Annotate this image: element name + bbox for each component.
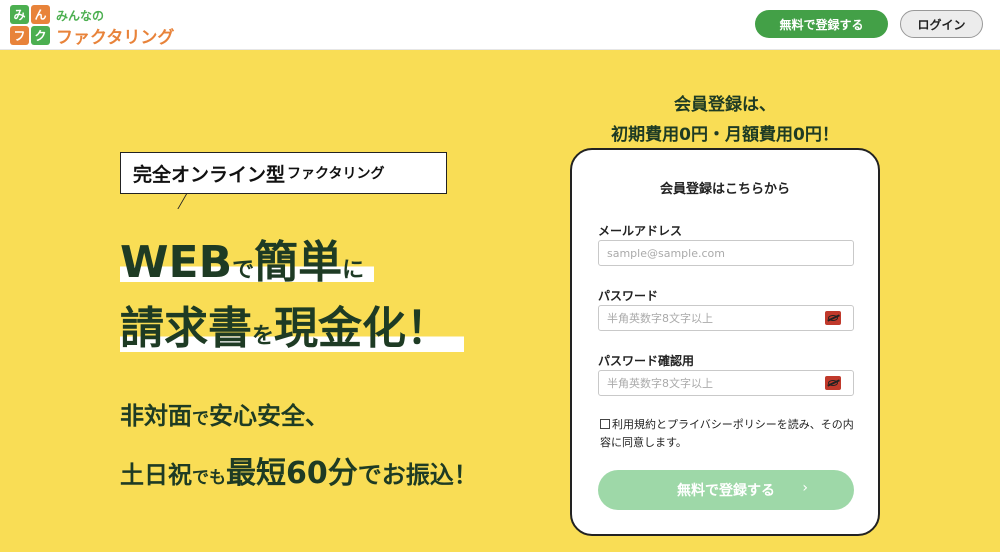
terms-agreement[interactable]: 利用規約とプライバシーポリシーを読み、その内容に同意します。 <box>600 416 856 452</box>
site-header: み ん フ ク みんなの ファクタリング 無料で登録する ログイン <box>0 0 1000 50</box>
speech-bubble-tail <box>177 193 197 209</box>
logo-tile: み <box>10 5 29 24</box>
headline-word: 簡単 <box>254 237 343 288</box>
eye-off-icon[interactable] <box>825 311 841 325</box>
email-label: メールアドレス <box>598 224 683 238</box>
terms-agreement-text: 利用規約とプライバシーポリシーを読み、その内容に同意します。 <box>600 418 854 449</box>
checkbox-icon[interactable] <box>600 419 610 429</box>
subline-word: でお振込！ <box>357 461 478 489</box>
headline-particle: を <box>252 324 275 349</box>
eye-off-icon[interactable] <box>825 376 841 390</box>
hero-headline-line2: 請求書を現金化！ <box>120 292 465 354</box>
tag-main-text: 完全オンライン型 <box>133 163 286 186</box>
site-logo[interactable]: み ん フ ク みんなの ファクタリング <box>10 5 200 48</box>
submit-label: 無料で登録する <box>677 483 775 499</box>
email-field[interactable] <box>598 240 854 266</box>
form-title: 会員登録はこちらから <box>659 182 790 197</box>
chevron-right-icon: › <box>802 480 808 496</box>
subline-word: 土日祝 <box>120 461 192 489</box>
logo-tile: フ <box>10 26 29 45</box>
subline-highlight: 最短60分 <box>226 456 358 491</box>
password-label: パスワード <box>598 289 659 303</box>
logo-text-top: みんなの <box>56 9 105 23</box>
subline-word: 安心安全、 <box>209 402 329 430</box>
headline-word: 現金化！ <box>274 303 451 354</box>
subline-particle: で <box>192 409 209 429</box>
password-confirm-label: パスワード確認用 <box>598 354 695 368</box>
login-button[interactable]: ログイン <box>900 10 983 38</box>
subline-word: 非対面 <box>120 402 192 430</box>
headline-word: WEB <box>120 237 233 288</box>
logo-tile: ん <box>31 5 50 24</box>
header-register-button[interactable]: 無料で登録する <box>755 10 888 38</box>
promo-line-1: 会員登録は、 <box>674 95 776 115</box>
password-confirm-field[interactable] <box>598 370 854 396</box>
headline-particle: に <box>342 258 365 283</box>
tag-sub-text: ファクタリング <box>287 166 385 182</box>
password-field[interactable] <box>598 305 854 331</box>
online-factoring-tag: 完全オンライン型 ファクタリング <box>120 152 447 194</box>
logo-tile: ク <box>31 26 50 45</box>
promo-line-2: 初期費用0円・月額費用0円！ <box>611 125 839 145</box>
hero-subline-1: 非対面で安心安全、 <box>120 396 329 431</box>
headline-word: 請求書 <box>120 303 252 354</box>
submit-register-button[interactable]: 無料で登録する › <box>598 470 854 510</box>
registration-form-card: 会員登録はこちらから メールアドレス パスワード パスワード確認用 利用規約とプ… <box>570 148 880 536</box>
headline-particle: で <box>232 258 255 283</box>
hero-headline-line1: WEBで簡単に <box>120 226 375 288</box>
free-registration-promo: 会員登録は、 初期費用0円・月額費用0円！ <box>570 90 880 150</box>
hero-subline-2: 土日祝でも最短60分でお振込！ <box>120 448 478 492</box>
subline-particle: でも <box>192 468 226 488</box>
logo-mark: み ん フ ク <box>10 5 50 45</box>
logo-text-bottom: ファクタリング <box>56 28 175 48</box>
